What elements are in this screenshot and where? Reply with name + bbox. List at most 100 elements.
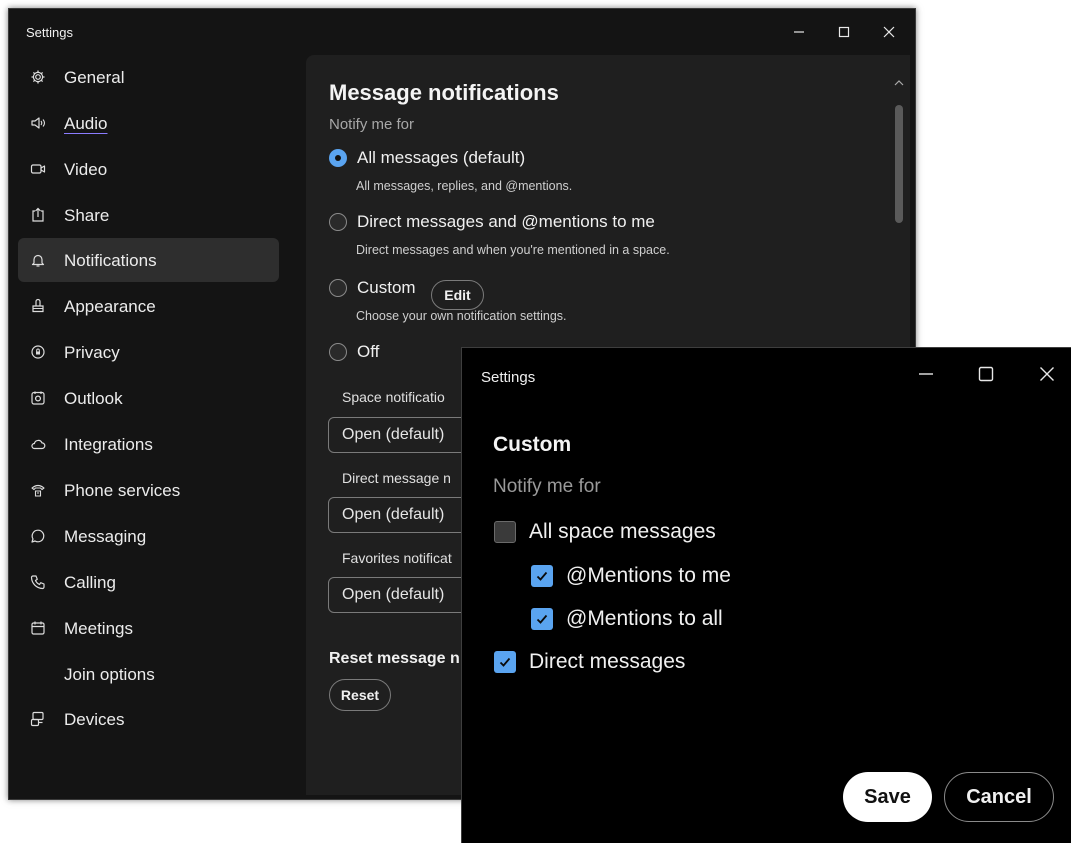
close-icon (883, 26, 895, 38)
title-bar: Settings (9, 9, 915, 55)
sidebar-item-label: Notifications (64, 251, 157, 270)
reset-button[interactable]: Reset (329, 679, 391, 711)
sidebar-item-appearance[interactable]: Appearance (18, 284, 279, 328)
gear-icon (30, 69, 46, 85)
dropdown-value: Open (default) (342, 426, 445, 443)
sidebar-item-phone-services[interactable]: Phone services (18, 468, 279, 512)
sidebar-item-share[interactable]: Share (18, 193, 279, 237)
favorites-notifications-label: Favorites notificat (342, 550, 452, 566)
radio-all-messages[interactable]: All messages (default) (329, 148, 525, 168)
checkbox-label: Direct messages (529, 650, 686, 673)
sidebar-item-outlook[interactable]: Outlook (18, 376, 279, 420)
reset-section-title: Reset message n (329, 650, 460, 667)
checkbox-checked[interactable] (494, 651, 516, 673)
radio-button-selected[interactable] (329, 149, 347, 167)
phone-services-icon (30, 482, 46, 498)
sidebar-item-privacy[interactable]: Privacy (18, 330, 279, 374)
checkbox-checked[interactable] (531, 565, 553, 587)
sidebar-item-label: Join options (64, 665, 155, 684)
edit-button[interactable]: Edit (431, 280, 484, 310)
minimize-button[interactable] (914, 362, 938, 386)
radio-button[interactable] (329, 343, 347, 361)
radio-label: All messages (default) (357, 148, 526, 167)
radio-description: Direct messages and when you're mentione… (356, 243, 670, 257)
dropdown-value: Open (default) (342, 586, 445, 603)
maximize-icon (838, 26, 850, 38)
sidebar-item-label: Calling (64, 573, 116, 592)
checkmark-icon (536, 614, 548, 624)
radio-off[interactable]: Off (329, 342, 379, 362)
sidebar-item-label: Video (64, 160, 108, 179)
radio-label: Off (357, 342, 380, 361)
sidebar-item-label: Share (64, 206, 110, 225)
close-button[interactable] (1035, 362, 1059, 386)
radio-direct-and-mentions[interactable]: Direct messages and @mentions to me (329, 212, 655, 232)
minimize-icon (919, 373, 933, 375)
maximize-icon (978, 366, 994, 382)
scrollbar-thumb[interactable] (895, 105, 903, 223)
checkbox-direct-messages[interactable]: Direct messages (494, 650, 685, 674)
checkbox-label: All space messages (529, 520, 716, 543)
checkbox-label: @Mentions to me (566, 564, 731, 587)
sidebar-item-label: Messaging (64, 527, 147, 546)
sidebar-item-integrations[interactable]: Integrations (18, 422, 279, 466)
sidebar-item-label: Devices (64, 710, 125, 729)
direct-message-notifications-label: Direct message n (342, 470, 451, 486)
sidebar-item-label: Meetings (64, 619, 133, 638)
custom-settings-window: Settings Custom Notify me for All space … (461, 347, 1071, 843)
radio-label: Custom (357, 278, 416, 297)
radio-label: Direct messages and @mentions to me (357, 212, 655, 231)
dropdown-value: Open (default) (342, 506, 445, 523)
bell-icon (30, 252, 46, 268)
checkmark-icon (536, 571, 548, 581)
minimize-button[interactable] (787, 20, 811, 44)
cancel-button[interactable]: Cancel (944, 772, 1054, 822)
sidebar-item-label: Appearance (64, 297, 156, 316)
checkbox-label: @Mentions to all (566, 607, 723, 630)
scroll-up-button[interactable] (892, 73, 906, 93)
sidebar-item-label: Audio (64, 114, 108, 133)
phone-icon (30, 574, 46, 590)
maximize-button[interactable] (974, 362, 998, 386)
close-button[interactable] (877, 20, 901, 44)
chevron-up-icon (894, 80, 904, 86)
calendar-icon (30, 620, 46, 636)
save-button[interactable]: Save (843, 772, 932, 822)
sidebar-item-label: Phone services (64, 481, 181, 500)
sidebar-item-join-options[interactable]: Join options (18, 652, 279, 696)
checkbox-mentions-to-all[interactable]: @Mentions to all (531, 607, 723, 631)
notify-me-for-label: Notify me for (329, 116, 415, 133)
sidebar-item-messaging[interactable]: Messaging (18, 514, 279, 558)
sidebar-item-calling[interactable]: Calling (18, 560, 279, 604)
checkbox-mentions-to-me[interactable]: @Mentions to me (531, 564, 731, 588)
sidebar-item-notifications[interactable]: Notifications (18, 238, 279, 282)
chat-bubble-icon (30, 528, 46, 544)
sidebar-item-audio[interactable]: Audio (18, 101, 279, 145)
close-icon (1040, 367, 1054, 381)
sidebar-item-label: Integrations (64, 435, 153, 454)
radio-button[interactable] (329, 279, 347, 297)
sidebar-item-label: Outlook (64, 389, 123, 408)
page-title: Message notifications (329, 80, 559, 105)
window-title: Settings (481, 369, 536, 386)
checkmark-icon (499, 657, 511, 667)
video-camera-icon (30, 161, 46, 177)
minimize-icon (794, 31, 804, 33)
privacy-icon (30, 344, 46, 360)
sidebar-item-meetings[interactable]: Meetings (18, 606, 279, 650)
sidebar-item-label: General (64, 68, 125, 87)
maximize-button[interactable] (832, 20, 856, 44)
sidebar-item-general[interactable]: General (18, 55, 279, 99)
sidebar-item-devices[interactable]: Devices (18, 697, 279, 741)
radio-button[interactable] (329, 213, 347, 231)
radio-custom[interactable]: Custom (329, 278, 416, 298)
sidebar-item-video[interactable]: Video (18, 147, 279, 191)
outlook-icon (30, 390, 46, 406)
radio-description: All messages, replies, and @mentions. (356, 179, 573, 193)
checkbox-all-space-messages[interactable]: All space messages (494, 520, 716, 544)
checkbox-checked[interactable] (531, 608, 553, 630)
custom-heading: Custom (493, 433, 572, 456)
notify-me-for-label: Notify me for (493, 476, 601, 497)
speaker-icon (30, 115, 46, 131)
checkbox-unchecked[interactable] (494, 521, 516, 543)
